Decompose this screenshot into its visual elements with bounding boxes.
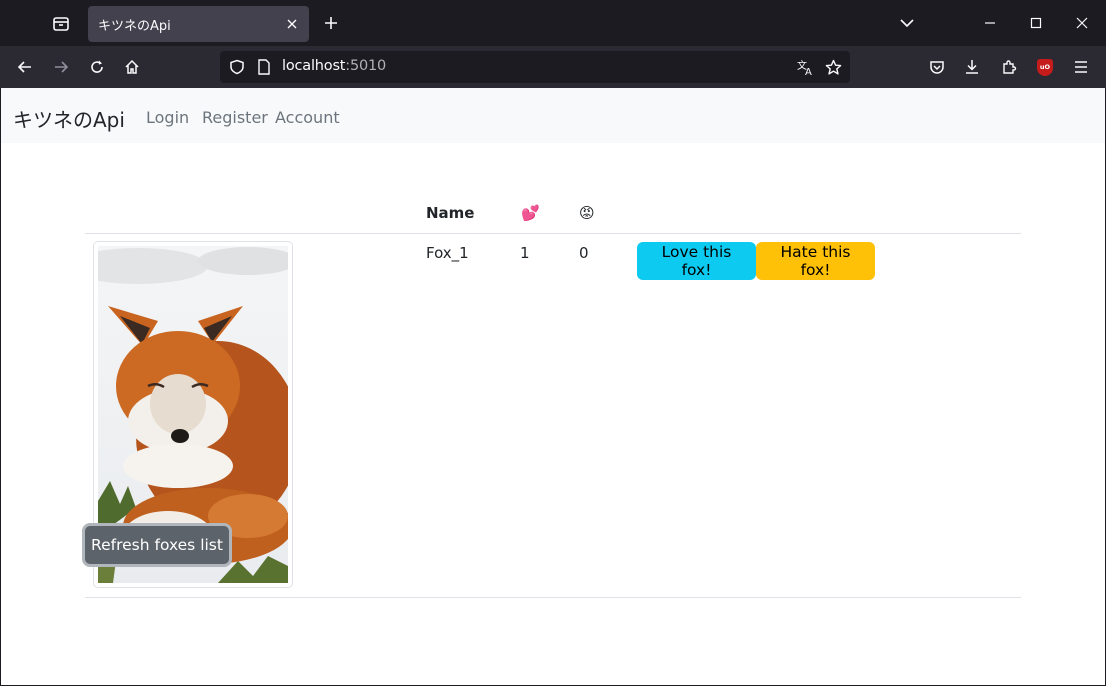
bookmark-star-icon[interactable] (824, 58, 842, 76)
downloads-icon[interactable] (958, 53, 986, 81)
site-brand[interactable]: キツネのApi (13, 104, 125, 133)
url-host: localhost (282, 58, 346, 74)
nav-link-account[interactable]: Account (275, 108, 340, 127)
browser-tab-strip: キツネのApi (0, 0, 1106, 46)
new-tab-plus-icon[interactable] (318, 10, 344, 36)
svg-text:A: A (805, 67, 812, 76)
page-info-icon[interactable] (255, 58, 273, 76)
translate-icon[interactable]: 文A (796, 58, 816, 76)
extensions-puzzle-icon[interactable] (995, 53, 1023, 81)
table-header-divider (85, 233, 1021, 234)
url-port: :5010 (345, 58, 387, 74)
back-arrow-icon[interactable] (10, 52, 40, 82)
refresh-foxes-button[interactable]: Refresh foxes list (82, 523, 232, 567)
column-header-name: Name (426, 204, 475, 222)
tracking-protection-shield-icon[interactable] (228, 58, 246, 76)
browser-navigation-bar: localhost:5010 文A uO (0, 46, 1106, 88)
column-header-hates-angry-icon: 😡 (579, 204, 595, 222)
firefox-view-icon[interactable] (44, 8, 78, 40)
column-header-loves-heart-icon: 💕 (521, 204, 540, 222)
love-fox-button[interactable]: Love this fox! (637, 242, 756, 280)
site-navbar: キツネのApi Login Register Account (1, 88, 1105, 143)
address-bar[interactable]: localhost:5010 文A (220, 51, 850, 83)
fox-name-cell: Fox_1 (426, 244, 469, 262)
table-bottom-divider (85, 597, 1021, 598)
list-all-tabs-chevron-icon[interactable] (894, 10, 920, 36)
forward-arrow-icon[interactable] (46, 52, 76, 82)
pocket-icon[interactable] (923, 53, 951, 81)
minimize-window-icon[interactable] (968, 4, 1012, 42)
tab-close-icon[interactable] (283, 15, 301, 33)
fox-hates-count: 0 (579, 244, 589, 262)
nav-link-register[interactable]: Register (202, 108, 268, 127)
page-viewport: キツネのApi Login Register Account Name 💕 😡 (1, 88, 1105, 685)
ublock-origin-icon[interactable]: uO (1031, 53, 1059, 81)
browser-tab-active[interactable]: キツネのApi (88, 6, 309, 42)
home-icon[interactable] (117, 52, 147, 82)
hamburger-menu-icon[interactable] (1067, 53, 1095, 81)
maximize-window-icon[interactable] (1014, 4, 1058, 42)
hate-fox-button[interactable]: Hate this fox! (756, 242, 875, 280)
fox-loves-count: 1 (520, 244, 530, 262)
close-window-icon[interactable] (1060, 4, 1104, 42)
browser-tab-title: キツネのApi (98, 18, 171, 34)
nav-link-login[interactable]: Login (146, 108, 189, 127)
url-text: localhost:5010 (282, 58, 386, 74)
reload-icon[interactable] (82, 52, 112, 82)
